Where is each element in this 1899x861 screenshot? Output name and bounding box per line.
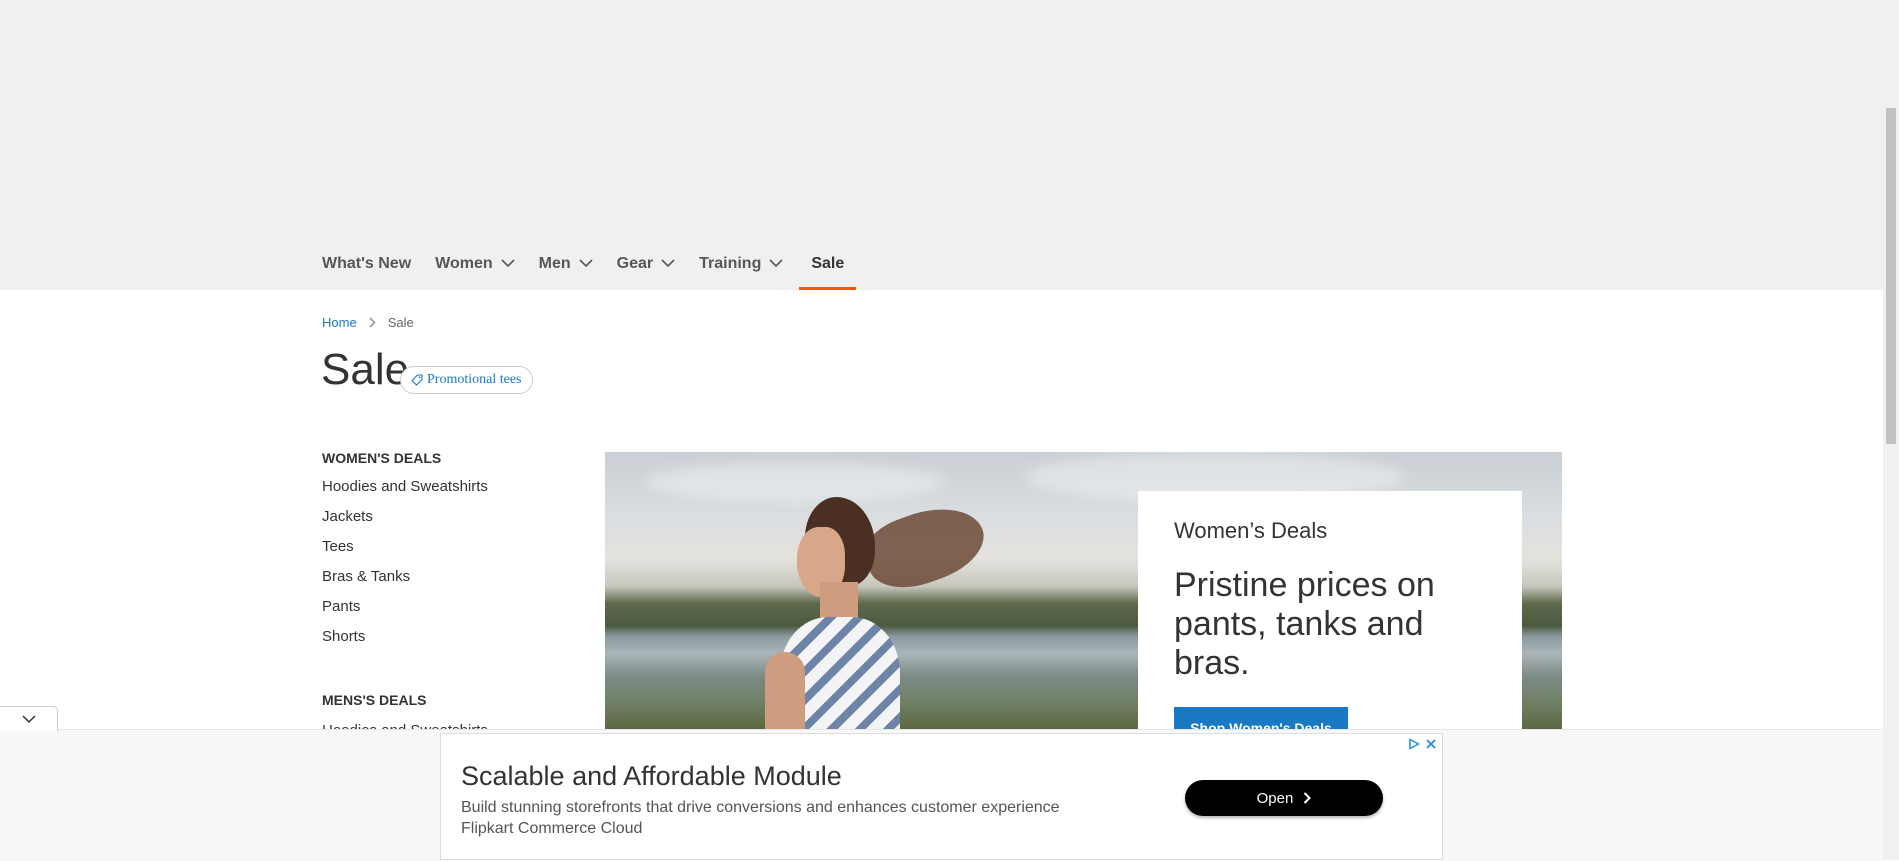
nav-label: Gear bbox=[616, 254, 654, 272]
ad-unit[interactable]: Scalable and Affordable Module Build stu… bbox=[440, 733, 1443, 860]
header-area bbox=[0, 0, 1883, 290]
ad-description: Build stunning storefronts that drive co… bbox=[461, 797, 1060, 839]
chevron-down-icon bbox=[579, 259, 593, 268]
breadcrumb: Home Sale bbox=[322, 315, 414, 330]
page-title: Sale bbox=[321, 345, 410, 394]
close-icon[interactable] bbox=[1425, 738, 1437, 750]
sidebar-item-tees[interactable]: Tees bbox=[322, 535, 488, 565]
ad-collapse-button[interactable] bbox=[0, 706, 58, 731]
ad-description-text: Build stunning storefronts that drive co… bbox=[461, 799, 1060, 816]
hero-image-hair bbox=[856, 493, 994, 601]
nav-item-sale[interactable]: Sale bbox=[799, 247, 857, 290]
chevron-down-icon bbox=[661, 259, 675, 268]
breadcrumb-current: Sale bbox=[387, 315, 414, 330]
scrollbar-thumb[interactable] bbox=[1886, 108, 1896, 444]
hero-image-arm bbox=[765, 652, 805, 732]
promo-headline: Pristine prices on pants, tanks and bras… bbox=[1174, 566, 1435, 682]
nav-label: What's New bbox=[322, 254, 412, 272]
promo-tag-label: Promotional tees bbox=[427, 372, 522, 387]
sidebar-item-jackets[interactable]: Jackets bbox=[322, 505, 488, 535]
chevron-down-icon bbox=[769, 259, 783, 268]
ad-open-label: Open bbox=[1256, 789, 1294, 807]
ad-open-button[interactable]: Open bbox=[1185, 780, 1383, 816]
sidebar-womens-deals: WOMEN'S DEALS Hoodies and Sweatshirts Ja… bbox=[322, 450, 488, 655]
sidebar-item-hoodies[interactable]: Hoodies and Sweatshirts bbox=[322, 475, 488, 505]
page-scrollbar[interactable] bbox=[1883, 0, 1899, 860]
promo-subtitle: Women’s Deals bbox=[1174, 518, 1328, 543]
nav-item-whats-new[interactable]: What's New bbox=[322, 247, 411, 280]
sidebar-heading-mens: MENS'S DEALS bbox=[322, 692, 427, 708]
nav-item-training[interactable]: Training bbox=[699, 247, 783, 280]
nav-item-women[interactable]: Women bbox=[435, 247, 515, 280]
hero-cloud bbox=[645, 462, 945, 502]
sidebar-heading: WOMEN'S DEALS bbox=[322, 450, 442, 466]
breadcrumb-home-link[interactable]: Home bbox=[322, 315, 357, 330]
nav-label: Men bbox=[538, 254, 571, 272]
ad-advertiser: Flipkart Commerce Cloud bbox=[461, 820, 643, 837]
sidebar-item-shorts[interactable]: Shorts bbox=[322, 625, 488, 655]
sidebar-item-bras-tanks[interactable]: Bras & Tanks bbox=[322, 565, 488, 595]
main-nav: What's New Women Men Gear Training Sale bbox=[322, 247, 868, 290]
chevron-right-icon bbox=[369, 317, 376, 328]
chevron-down-icon bbox=[21, 714, 36, 724]
tag-icon bbox=[411, 374, 427, 386]
adchoices-icon[interactable] bbox=[1408, 738, 1420, 750]
ad-title[interactable]: Scalable and Affordable Module bbox=[461, 761, 842, 792]
nav-label: Sale bbox=[811, 254, 845, 272]
promo-tag-link[interactable]: Promotional tees bbox=[400, 366, 533, 394]
nav-item-gear[interactable]: Gear bbox=[617, 247, 675, 280]
nav-item-men[interactable]: Men bbox=[539, 247, 593, 280]
chevron-right-icon bbox=[1303, 792, 1312, 804]
nav-label: Training bbox=[699, 254, 762, 272]
sidebar-item-pants[interactable]: Pants bbox=[322, 595, 488, 625]
chevron-down-icon bbox=[501, 259, 515, 268]
nav-label: Women bbox=[435, 254, 493, 272]
